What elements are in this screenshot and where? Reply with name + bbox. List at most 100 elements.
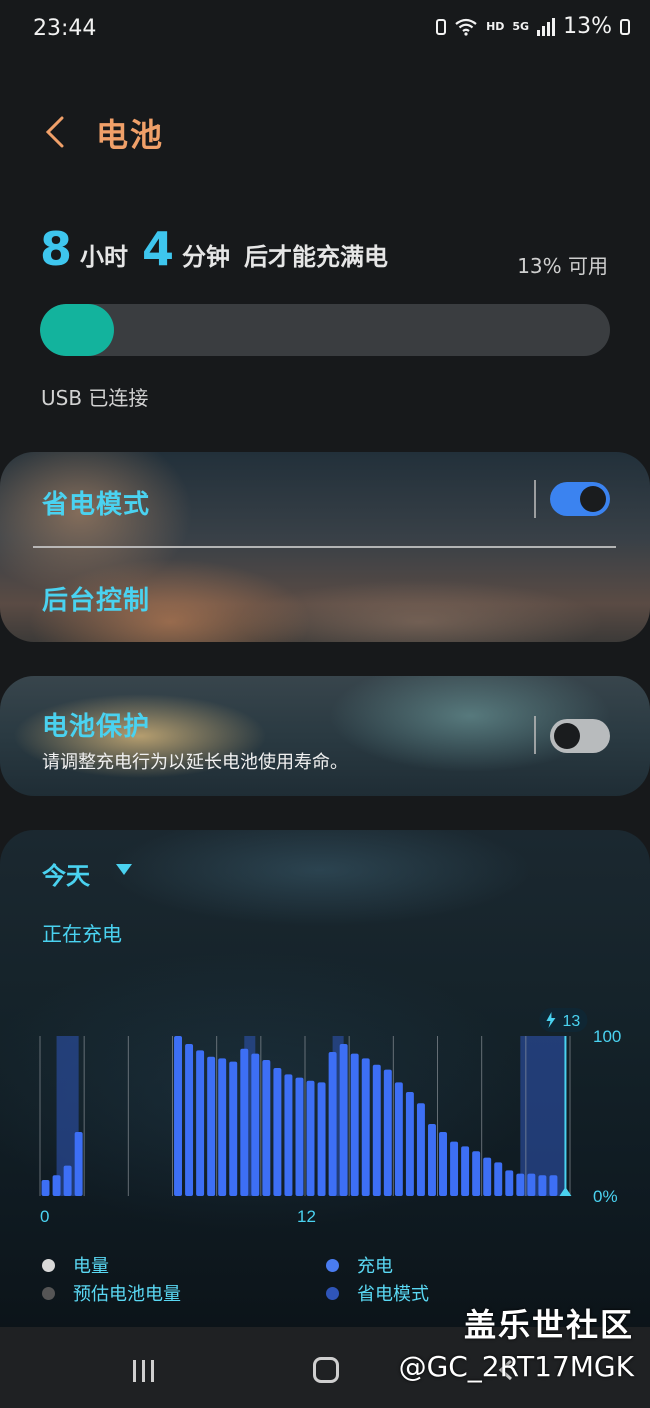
chart-bar bbox=[549, 1175, 558, 1196]
signal-icon bbox=[537, 17, 556, 36]
battery-protection-card[interactable]: 电池保护 请调整充电行为以延长电池使用寿命。 bbox=[0, 676, 650, 796]
background-control-label[interactable]: 后台控制 bbox=[42, 580, 150, 617]
legend-item: 预估电池电量 bbox=[42, 1280, 181, 1306]
status-bar: 23:44 HD 5G 13% bbox=[0, 0, 650, 60]
battery-protection-description: 请调整充电行为以延长电池使用寿命。 bbox=[42, 752, 348, 773]
hours-unit: 小时 bbox=[80, 243, 129, 271]
back-icon[interactable] bbox=[40, 112, 70, 152]
chart-bar bbox=[527, 1173, 536, 1196]
chart-bar bbox=[251, 1053, 260, 1196]
battery-usage-chart[interactable]: 13 100 0% 0 12 bbox=[0, 1000, 650, 1240]
chart-bar bbox=[295, 1077, 304, 1196]
network-type-label: 5G bbox=[512, 20, 530, 33]
chart-bar bbox=[207, 1056, 216, 1196]
period-select[interactable]: 今天 bbox=[42, 856, 90, 891]
legend-label: 预估电池电量 bbox=[73, 1284, 181, 1305]
chart-bar bbox=[450, 1141, 459, 1196]
wifi-icon bbox=[455, 18, 477, 36]
chart-bar bbox=[273, 1068, 282, 1196]
chart-bar bbox=[394, 1082, 403, 1196]
power-settings-card: 省电模式 后台控制 bbox=[0, 452, 650, 642]
x-tick-label: 12 bbox=[297, 1207, 316, 1226]
charge-badge-value: 13 bbox=[563, 1013, 581, 1030]
legend-label: 电量 bbox=[73, 1256, 109, 1277]
minutes-unit: 分钟 bbox=[182, 243, 231, 271]
chart-bar bbox=[339, 1044, 348, 1196]
chart-bar bbox=[372, 1064, 381, 1196]
chart-bar bbox=[240, 1048, 249, 1196]
power-saving-label[interactable]: 省电模式 bbox=[42, 484, 150, 521]
battery-percent: 13% bbox=[563, 14, 612, 39]
legend-item: 电量 bbox=[42, 1252, 109, 1278]
chart-bar bbox=[317, 1082, 326, 1196]
toggle-divider bbox=[534, 480, 536, 518]
chart-bar bbox=[361, 1058, 370, 1196]
chart-bar bbox=[63, 1165, 72, 1196]
minutes-value: 4 bbox=[142, 222, 175, 276]
chart-bar bbox=[494, 1162, 503, 1196]
legend-item: 省电模式 bbox=[326, 1280, 429, 1306]
y-tick-label: 0% bbox=[593, 1187, 618, 1206]
legend-dot bbox=[42, 1286, 55, 1300]
recent-apps-button[interactable] bbox=[133, 1360, 154, 1382]
watermark-site: 盖乐世社区 bbox=[463, 1306, 634, 1344]
battery-protection-label: 电池保护 bbox=[42, 712, 151, 742]
toggle-knob bbox=[580, 486, 606, 512]
chart-bar bbox=[284, 1074, 293, 1196]
charging-status: 正在充电 bbox=[42, 922, 122, 946]
charge-suffix: 后才能充满电 bbox=[244, 243, 389, 271]
chart-bar bbox=[229, 1061, 238, 1196]
status-time: 23:44 bbox=[33, 16, 97, 41]
legend-dot bbox=[326, 1258, 339, 1272]
chart-bar bbox=[505, 1170, 514, 1196]
chart-bar bbox=[262, 1060, 271, 1196]
chart-bar bbox=[538, 1175, 547, 1196]
x-tick-label: 0 bbox=[40, 1207, 49, 1226]
power-saving-toggle[interactable] bbox=[550, 482, 610, 516]
watermark-user: @GC_2RT17MGK bbox=[398, 1350, 634, 1383]
chart-bar bbox=[516, 1173, 525, 1196]
home-button[interactable] bbox=[313, 1357, 339, 1383]
legend-item: 充电 bbox=[326, 1252, 393, 1278]
chart-bar bbox=[472, 1151, 481, 1196]
chart-bar bbox=[185, 1044, 194, 1196]
toggle-knob bbox=[554, 723, 580, 749]
y-tick-label: 100 bbox=[593, 1027, 621, 1046]
chart-bar bbox=[52, 1175, 61, 1196]
battery-level-fill bbox=[40, 304, 115, 356]
chart-bar bbox=[439, 1132, 447, 1196]
legend-dot bbox=[42, 1258, 55, 1272]
dropdown-icon[interactable] bbox=[116, 864, 132, 875]
battery-protection-toggle[interactable] bbox=[550, 719, 610, 753]
battery-level-bar bbox=[40, 304, 610, 356]
page-title: 电池 bbox=[96, 116, 165, 154]
status-icons: HD 5G 13% bbox=[436, 14, 630, 39]
shaded-range bbox=[520, 1036, 565, 1196]
chart-bar bbox=[416, 1103, 425, 1196]
charge-time-remaining: 8 小时 4 分钟 后才能充满电 bbox=[40, 222, 388, 276]
available-percent: 13% 可用 bbox=[517, 254, 608, 278]
chart-bar bbox=[306, 1080, 315, 1196]
chart-bar bbox=[483, 1157, 492, 1196]
legend-label: 省电模式 bbox=[357, 1284, 429, 1305]
hours-value: 8 bbox=[40, 222, 73, 276]
chart-bar bbox=[74, 1132, 83, 1196]
chart-bar bbox=[461, 1146, 470, 1196]
chart-bar bbox=[196, 1050, 205, 1196]
network-label: HD bbox=[486, 20, 505, 33]
chart-bar bbox=[218, 1058, 227, 1196]
toggle-divider bbox=[534, 716, 536, 754]
chart-bar bbox=[41, 1180, 50, 1196]
chart-bar bbox=[328, 1052, 337, 1196]
chart-bar bbox=[174, 1036, 182, 1196]
legend-dot bbox=[326, 1286, 339, 1300]
chart-bar bbox=[428, 1124, 436, 1196]
chart-bar bbox=[383, 1069, 392, 1196]
chart-legend: 电量 充电 预估电池电量 省电模式 bbox=[0, 1252, 650, 1305]
chart-bar bbox=[405, 1092, 414, 1196]
notification-icon bbox=[436, 18, 447, 35]
legend-label: 充电 bbox=[357, 1256, 393, 1277]
row-divider bbox=[33, 546, 616, 548]
usb-status: USB 已连接 bbox=[41, 386, 149, 410]
battery-status-icon bbox=[620, 18, 630, 35]
